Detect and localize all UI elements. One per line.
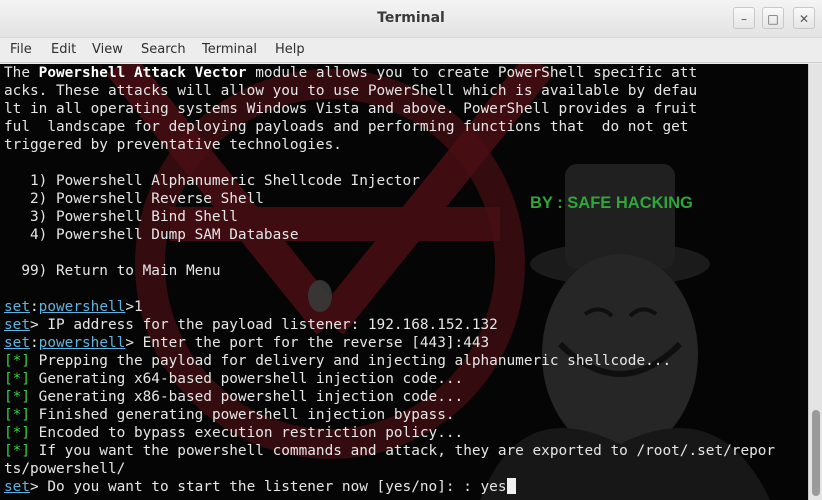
intro-text: The bbox=[4, 65, 39, 81]
terminal-output[interactable]: The Powershell Attack Vector module allo… bbox=[0, 64, 808, 500]
prompt-module: powershell bbox=[38, 335, 126, 351]
menu-view[interactable]: View bbox=[92, 42, 123, 57]
intro-text: module allows you to create PowerShell s… bbox=[246, 65, 698, 81]
status-mark: [*] bbox=[4, 407, 30, 423]
prompt-text: > Enter the port for the reverse [443]:4… bbox=[125, 335, 490, 351]
menu-option-1: 1) Powershell Alphanumeric Shellcode Inj… bbox=[4, 173, 420, 189]
status-text: Generating x64-based powershell injectio… bbox=[30, 371, 464, 387]
prompt-sep: : bbox=[30, 335, 39, 351]
status-mark: [*] bbox=[4, 389, 30, 405]
status-mark: [*] bbox=[4, 353, 30, 369]
prompt-cmd: >1 bbox=[125, 299, 143, 315]
prompt-line-3: set:powershell> Enter the port for the r… bbox=[4, 334, 489, 352]
status-text: Finished generating powershell injection… bbox=[30, 407, 455, 423]
prompt-line-1: set:powershell>1 bbox=[4, 298, 143, 316]
minimize-button[interactable]: – bbox=[733, 7, 755, 29]
prompt-line-2: set> IP address for the payload listener… bbox=[4, 316, 498, 334]
prompt-set: set bbox=[4, 299, 30, 315]
intro-line-1: The Powershell Attack Vector module allo… bbox=[4, 64, 697, 82]
menu-help[interactable]: Help bbox=[275, 42, 305, 57]
intro-line-5: triggered by preventative technologies. bbox=[4, 137, 342, 153]
window-title: Terminal bbox=[377, 10, 445, 26]
menu-option-2: 2) Powershell Reverse Shell bbox=[4, 191, 264, 207]
status-line-wrap: ts/powershell/ bbox=[4, 461, 126, 477]
status-mark: [*] bbox=[4, 371, 30, 387]
menu-file[interactable]: File bbox=[10, 42, 32, 57]
prompt-text: > Do you want to start the listener now … bbox=[30, 479, 507, 495]
watermark-text: BY : SAFE HACKING bbox=[530, 194, 693, 212]
status-line-6: [*] If you want the powershell commands … bbox=[4, 442, 775, 460]
menu-edit[interactable]: Edit bbox=[51, 42, 76, 57]
intro-bold: Powershell Attack Vector bbox=[38, 65, 247, 81]
intro-line-2: acks. These attacks will allow you to us… bbox=[4, 83, 698, 99]
prompt-module: powershell bbox=[38, 299, 126, 315]
prompt-line-4[interactable]: set> Do you want to start the listener n… bbox=[4, 478, 516, 496]
status-line-1: [*] Prepping the payload for delivery an… bbox=[4, 352, 671, 370]
menu-search[interactable]: Search bbox=[141, 42, 186, 57]
status-line-3: [*] Generating x86-based powershell inje… bbox=[4, 388, 463, 406]
title-bar[interactable]: Terminal – □ ✕ bbox=[0, 0, 822, 38]
status-mark: [*] bbox=[4, 443, 30, 459]
terminal-window: Terminal – □ ✕ File Edit View Search Ter… bbox=[0, 0, 822, 500]
prompt-set: set bbox=[4, 335, 30, 351]
intro-line-4: ful landscape for deploying payloads and… bbox=[4, 119, 689, 135]
vertical-scrollbar[interactable] bbox=[808, 64, 822, 500]
maximize-button[interactable]: □ bbox=[762, 7, 784, 29]
menu-option-99: 99) Return to Main Menu bbox=[4, 263, 221, 279]
text-cursor bbox=[506, 478, 516, 494]
status-text: Prepping the payload for delivery and in… bbox=[30, 353, 672, 369]
status-text: Encoded to bypass execution restriction … bbox=[30, 425, 464, 441]
status-line-5: [*] Encoded to bypass execution restrict… bbox=[4, 424, 463, 442]
menu-option-4: 4) Powershell Dump SAM Database bbox=[4, 227, 299, 243]
scrollbar-thumb[interactable] bbox=[812, 410, 820, 496]
status-line-4: [*] Finished generating powershell injec… bbox=[4, 406, 455, 424]
prompt-set: set bbox=[4, 317, 30, 333]
menu-terminal[interactable]: Terminal bbox=[202, 42, 257, 57]
prompt-text: > IP address for the payload listener: 1… bbox=[30, 317, 498, 333]
menu-bar: File Edit View Search Terminal Help bbox=[0, 38, 822, 63]
intro-line-3: lt in all operating systems Windows Vist… bbox=[4, 101, 698, 117]
status-text: Generating x86-based powershell injectio… bbox=[30, 389, 464, 405]
status-text: If you want the powershell commands and … bbox=[30, 443, 776, 459]
close-button[interactable]: ✕ bbox=[793, 7, 815, 29]
prompt-set: set bbox=[4, 479, 30, 495]
status-mark: [*] bbox=[4, 425, 30, 441]
menu-option-3: 3) Powershell Bind Shell bbox=[4, 209, 238, 225]
status-line-2: [*] Generating x64-based powershell inje… bbox=[4, 370, 463, 388]
prompt-sep: : bbox=[30, 299, 39, 315]
